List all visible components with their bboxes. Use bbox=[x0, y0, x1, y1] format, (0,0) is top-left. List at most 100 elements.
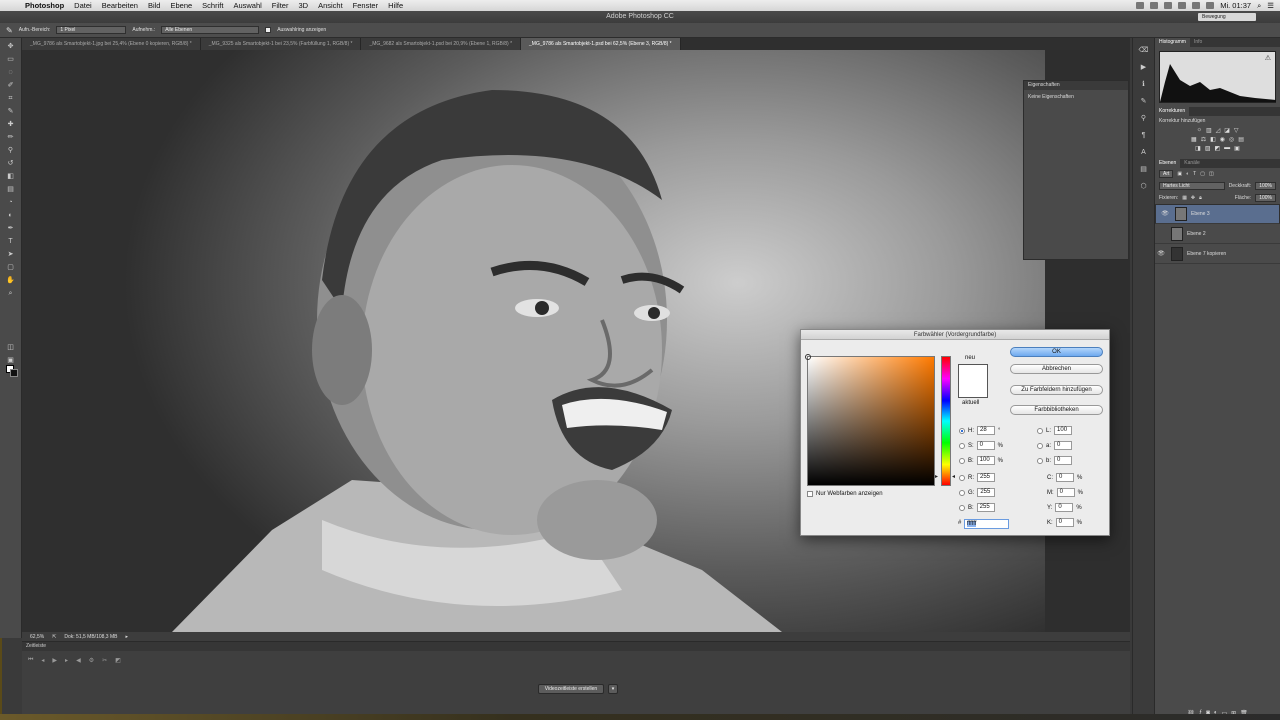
color-field[interactable] bbox=[805, 354, 935, 486]
clock[interactable]: Mi. 01:37 bbox=[1220, 1, 1251, 10]
color-libraries-button[interactable]: Farbbibliotheken bbox=[1010, 405, 1103, 415]
posterize-icon[interactable]: ▨ bbox=[1205, 145, 1211, 152]
lab-l-input[interactable]: 100 bbox=[1054, 426, 1073, 435]
filter-pixel-icon[interactable]: ▣ bbox=[1177, 171, 1182, 177]
curves-icon[interactable]: ◿ bbox=[1216, 127, 1221, 134]
opacity-input[interactable]: 100% bbox=[1255, 182, 1276, 190]
sync-icon[interactable] bbox=[1150, 2, 1159, 9]
brightness-input[interactable]: 100 bbox=[976, 456, 995, 465]
marquee-tool-icon[interactable]: ▭ bbox=[6, 56, 16, 64]
levels-icon[interactable]: ▥ bbox=[1206, 127, 1212, 134]
brightness-icon[interactable]: ☼ bbox=[1196, 127, 1202, 134]
photo-filter-icon[interactable]: ◉ bbox=[1220, 136, 1225, 143]
transition-icon[interactable]: ◩ bbox=[115, 657, 121, 664]
eyedropper-icon[interactable]: ✎ bbox=[6, 108, 16, 116]
zoom-level[interactable]: 62,5% bbox=[30, 634, 44, 640]
layer-row[interactable]: 👁︎ Ebene 7 kopieren bbox=[1155, 244, 1280, 264]
tab-info[interactable]: Info bbox=[1190, 38, 1206, 47]
pen-tool-icon[interactable]: ✒ bbox=[6, 225, 16, 233]
cut-icon[interactable]: ✂ bbox=[102, 657, 107, 664]
eyedropper-tool-icon[interactable]: ✎ bbox=[6, 26, 13, 35]
hue-slider-arrow-right-icon[interactable]: ◂ bbox=[952, 473, 955, 480]
menu-datei[interactable]: Datei bbox=[69, 1, 97, 10]
dropbox-icon[interactable] bbox=[1136, 2, 1145, 9]
sample-size-select[interactable]: 1 Pixel bbox=[56, 26, 127, 34]
green-radio[interactable] bbox=[959, 489, 965, 496]
lab-a-input[interactable]: 0 bbox=[1054, 441, 1073, 450]
first-frame-icon[interactable]: ⏮ bbox=[28, 657, 33, 664]
hue-input[interactable]: 28 bbox=[977, 426, 995, 435]
menu-ebene[interactable]: Ebene bbox=[165, 1, 197, 10]
screen-mode-icon[interactable]: ▣ bbox=[6, 357, 16, 365]
3d-panel-icon[interactable]: ⬡ bbox=[1139, 183, 1149, 191]
brush-tool-icon[interactable]: ✏ bbox=[6, 134, 16, 142]
document-tab[interactable]: _MG_9682 als Smartobjekt-1.psd bei 20,9%… bbox=[361, 38, 522, 50]
hex-input[interactable]: ffffff bbox=[964, 519, 1009, 529]
info-panel-icon[interactable]: ℹ bbox=[1139, 81, 1149, 89]
saturation-input[interactable]: 0 bbox=[976, 441, 995, 450]
chevron-down-icon[interactable]: ▾ bbox=[608, 684, 618, 694]
lab-l-radio[interactable] bbox=[1037, 427, 1043, 434]
path-select-icon[interactable]: ➤ bbox=[6, 251, 16, 259]
hue-slider-arrow-left-icon[interactable]: ▸ bbox=[935, 473, 938, 480]
warning-icon[interactable]: ⚠ bbox=[1265, 54, 1271, 62]
vibrance-icon[interactable]: ▽ bbox=[1234, 127, 1239, 134]
zoom-tool-icon[interactable]: ⌕ bbox=[6, 290, 16, 298]
settings-icon[interactable]: ⚙ bbox=[89, 657, 94, 664]
invert-icon[interactable]: ◨ bbox=[1195, 145, 1201, 152]
yellow-input[interactable]: 0 bbox=[1055, 503, 1074, 512]
tab-layers[interactable]: Ebenen bbox=[1155, 159, 1181, 168]
ok-button[interactable]: OK bbox=[1010, 347, 1103, 357]
type-tool-icon[interactable]: T bbox=[6, 238, 16, 246]
menu-ansicht[interactable]: Ansicht bbox=[313, 1, 348, 10]
workspace-select[interactable]: Bewegung bbox=[1198, 13, 1256, 21]
tab-histogram[interactable]: Histogramm bbox=[1155, 38, 1190, 47]
background-color-swatch[interactable] bbox=[10, 369, 18, 377]
paragraph-panel-icon[interactable]: ¶ bbox=[1139, 132, 1149, 140]
blur-tool-icon[interactable]: ◔ bbox=[6, 199, 16, 207]
green-input[interactable]: 255 bbox=[977, 488, 996, 497]
red-radio[interactable] bbox=[959, 474, 965, 481]
clone-source-icon[interactable]: ⚲ bbox=[1139, 115, 1149, 123]
shape-tool-icon[interactable]: ▢ bbox=[6, 264, 16, 272]
fill-input[interactable]: 100% bbox=[1255, 194, 1276, 202]
hand-tool-icon[interactable]: ✋ bbox=[6, 277, 16, 285]
show-ring-checkbox[interactable] bbox=[265, 27, 272, 33]
threshold-icon[interactable]: ◩ bbox=[1215, 145, 1221, 152]
lab-b-radio[interactable] bbox=[1037, 457, 1043, 464]
status-export-icon[interactable]: ⇱ bbox=[52, 634, 56, 640]
cyan-input[interactable]: 0 bbox=[1056, 473, 1074, 482]
color-lookup-icon[interactable]: ▤ bbox=[1238, 136, 1244, 143]
menu-bild[interactable]: Bild bbox=[143, 1, 166, 10]
blend-mode-select[interactable]: Hartes Licht bbox=[1159, 182, 1225, 190]
web-colors-checkbox[interactable] bbox=[807, 491, 813, 497]
magenta-input[interactable]: 0 bbox=[1056, 488, 1075, 497]
menu-fenster[interactable]: Fenster bbox=[348, 1, 383, 10]
hue-sat-icon[interactable]: ▦ bbox=[1191, 136, 1197, 143]
channel-mixer-icon[interactable]: ◎ bbox=[1229, 136, 1234, 143]
crop-tool-icon[interactable]: ⌗ bbox=[6, 95, 16, 103]
spotlight-icon[interactable]: ⌕ bbox=[1257, 1, 1261, 11]
filter-adjust-icon[interactable]: ◐ bbox=[1186, 171, 1189, 177]
selective-color-icon[interactable]: ▣ bbox=[1234, 145, 1240, 152]
eye-icon[interactable]: 👁︎ bbox=[1155, 250, 1167, 257]
sample-select[interactable]: Alle Ebenen bbox=[161, 26, 260, 34]
menu-3d[interactable]: 3D bbox=[293, 1, 313, 10]
wifi-icon[interactable] bbox=[1178, 2, 1187, 9]
play-icon[interactable]: ▶ bbox=[52, 657, 57, 664]
dodge-tool-icon[interactable]: ◐ bbox=[6, 212, 16, 220]
clone-stamp-icon[interactable]: ⚲ bbox=[6, 147, 16, 155]
menu-app[interactable]: Photoshop bbox=[20, 1, 69, 10]
filter-smart-icon[interactable]: ◫ bbox=[1209, 171, 1214, 177]
menu-filter[interactable]: Filter bbox=[267, 1, 294, 10]
history-brush-icon[interactable]: ↺ bbox=[6, 160, 16, 168]
brightness-radio[interactable] bbox=[959, 457, 965, 464]
actions-panel-icon[interactable]: ▶ bbox=[1139, 64, 1149, 72]
lock-all-icon[interactable]: 🔒︎ bbox=[1199, 195, 1202, 201]
lab-b-input[interactable]: 0 bbox=[1054, 456, 1073, 465]
menu-schrift[interactable]: Schrift bbox=[197, 1, 228, 10]
volume-icon[interactable] bbox=[1192, 2, 1201, 9]
battery-icon[interactable] bbox=[1206, 2, 1215, 9]
lock-move-icon[interactable]: ✥ bbox=[1191, 195, 1195, 201]
blue-input[interactable]: 255 bbox=[976, 503, 995, 512]
